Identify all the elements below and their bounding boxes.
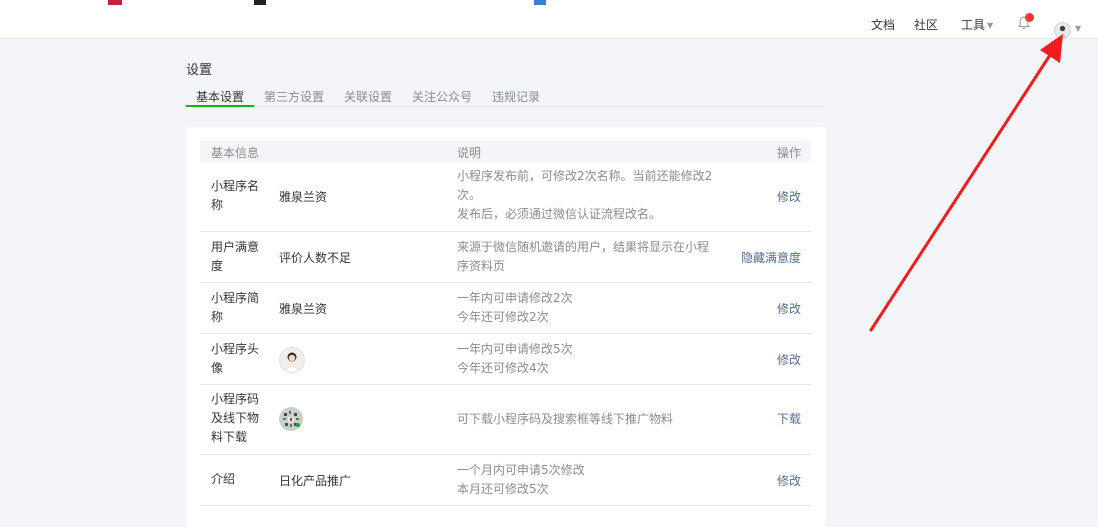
row-label: 小程序名称 (211, 179, 260, 212)
top-navbar: 文档 社区 工具 ▼ ▼ (0, 8, 1098, 39)
nav-tools-menu[interactable]: 工具 ▼ (961, 16, 993, 33)
user-avatar[interactable] (1054, 22, 1071, 39)
row-description: 来源于微信随机邀请的用户，结果将显示在小程序资料页 (457, 238, 719, 276)
row-description: 一年内可申请修改2次 今年还可修改2次 (457, 289, 719, 327)
table-row: 小程序头像 一年内可申请修改5次 今年还可修改4次 修改 (200, 334, 811, 385)
header-description: 说明 (457, 146, 482, 160)
nav-tools-label: 工具 (961, 18, 986, 32)
page-title: 设置 (186, 63, 213, 78)
row-label: 用户满意度 (211, 240, 260, 273)
edit-name-link[interactable]: 修改 (777, 188, 801, 205)
row-value: 雅泉兰资 (279, 302, 328, 316)
table-row: 小程序简称 雅泉兰资 一年内可申请修改2次 今年还可修改2次 修改 (200, 283, 811, 334)
row-value: 日化产品推广 (279, 474, 352, 488)
description-line: 可下载小程序码及搜索框等线下推广物料 (457, 412, 674, 426)
chevron-down-icon[interactable]: ▼ (1075, 24, 1081, 33)
description-line: 一年内可申请修改5次 (457, 342, 573, 356)
tab-follow-official-account[interactable]: 关注公众号 (412, 88, 472, 105)
notification-badge (1025, 13, 1034, 22)
row-description: 可下载小程序码及搜索框等线下推广物料 (457, 410, 719, 429)
description-line: 本月还可修改5次 (457, 482, 549, 496)
description-line: 来源于微信随机邀请的用户，结果将显示在小程序资料页 (457, 240, 710, 273)
bookmark-favicon-icon (254, 0, 266, 5)
row-value: 评价人数不足 (279, 251, 352, 265)
tab-violation-records[interactable]: 违规记录 (492, 88, 540, 105)
row-value: 雅泉兰资 (279, 190, 328, 204)
row-label: 小程序码及线下物料下载 (211, 392, 260, 444)
row-description: 一个月内可申请5次修改 本月还可修改5次 (457, 461, 719, 499)
table-row: 小程序码及线下物料下载 可下载小程序码及搜索框等线下推广物料 下载 (200, 385, 811, 455)
avatar-image (279, 347, 305, 373)
nav-community-link[interactable]: 社区 (914, 16, 938, 33)
header-basic-info: 基本信息 (211, 146, 260, 160)
chevron-down-icon: ▼ (987, 21, 994, 30)
basic-info-card: 基本信息 说明 操作 小程序名称 雅泉兰资 小程序发布前，可修改2次名称。当前还… (186, 127, 826, 527)
qr-code-image (279, 407, 303, 431)
description-line: 今年还可修改4次 (457, 361, 549, 375)
qr-code-icon (279, 407, 303, 431)
download-qr-link[interactable]: 下载 (777, 410, 801, 427)
table-header: 基本信息 说明 操作 (200, 141, 811, 162)
tab-linked-settings[interactable]: 关联设置 (344, 88, 392, 105)
table-row: 用户满意度 评价人数不足 来源于微信随机邀请的用户，结果将显示在小程序资料页 隐… (200, 232, 811, 283)
user-avatar-image (1058, 25, 1067, 38)
browser-bookmark-strip (0, 0, 1098, 8)
table-row: 小程序名称 雅泉兰资 小程序发布前，可修改2次名称。当前还能修改2次。 发布后，… (200, 162, 811, 232)
nav-docs-link[interactable]: 文档 (871, 16, 895, 33)
table-row: 介绍 日化产品推广 一个月内可申请5次修改 本月还可修改5次 修改 (200, 455, 811, 506)
row-label: 小程序头像 (211, 342, 260, 375)
tab-basic-settings[interactable]: 基本设置 (186, 88, 255, 107)
description-line: 一个月内可申请5次修改 (457, 463, 585, 477)
bookmark-favicon-icon (534, 0, 546, 5)
tab-third-party-settings[interactable]: 第三方设置 (264, 88, 324, 105)
row-description: 小程序发布前，可修改2次名称。当前还能修改2次。 发布后，必须通过微信认证流程改… (457, 167, 719, 224)
bookmark-favicon-icon (108, 0, 122, 5)
header-action: 操作 (776, 146, 801, 160)
description-line: 发布后，必须通过微信认证流程改名。 (457, 207, 662, 221)
description-line: 小程序发布前，可修改2次名称。当前还能修改2次。 (457, 169, 713, 202)
edit-avatar-link[interactable]: 修改 (777, 351, 801, 368)
row-label: 介绍 (211, 472, 236, 486)
edit-intro-link[interactable]: 修改 (777, 472, 801, 489)
row-label: 小程序简称 (211, 291, 260, 324)
description-line: 今年还可修改2次 (457, 310, 549, 324)
settings-tabs: 基本设置 第三方设置 关联设置 关注公众号 违规记录 (186, 88, 826, 107)
row-description: 一年内可申请修改5次 今年还可修改4次 (457, 340, 719, 378)
hide-satisfaction-link[interactable]: 隐藏满意度 (741, 249, 801, 266)
edit-short-name-link[interactable]: 修改 (777, 300, 801, 317)
description-line: 一年内可申请修改2次 (457, 291, 573, 305)
avatar-image-icon (283, 352, 301, 372)
